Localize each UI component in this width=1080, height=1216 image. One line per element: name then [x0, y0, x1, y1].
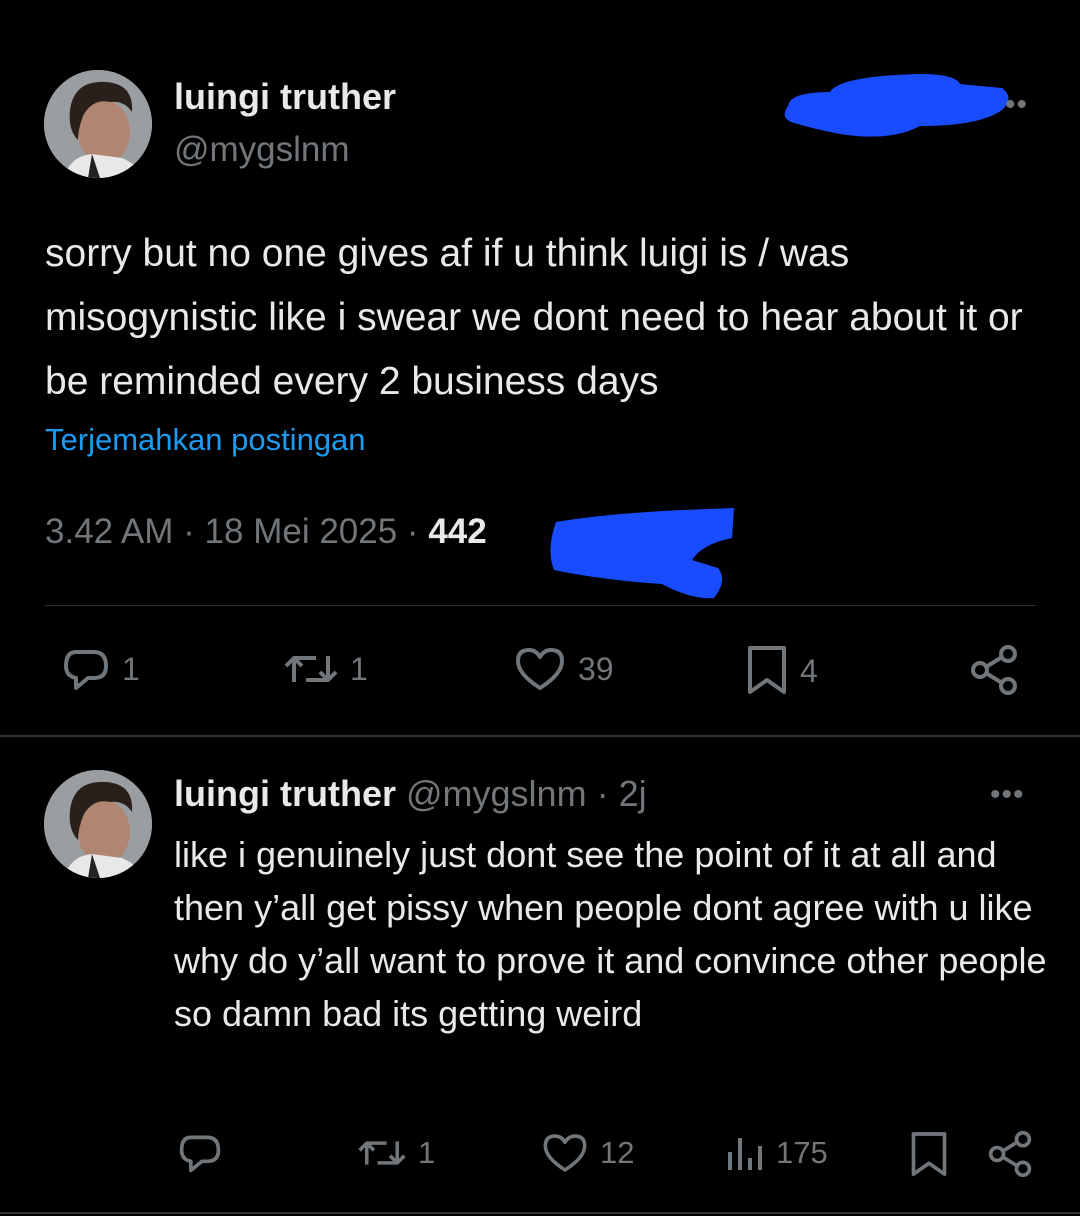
author-name[interactable]: luingi truther [174, 773, 396, 814]
like-icon [543, 1134, 587, 1172]
share-icon [988, 1130, 1032, 1178]
reply-count: 1 [122, 650, 140, 687]
like-button[interactable]: 39 [512, 644, 614, 694]
divider [45, 605, 1036, 606]
share-icon [971, 645, 1017, 695]
repost-button[interactable]: 1 [356, 1130, 435, 1176]
views-button[interactable]: 175 [726, 1130, 828, 1176]
post-date[interactable]: 18 Mei 2025 [205, 512, 398, 551]
reply-button[interactable] [176, 1130, 224, 1176]
bookmark-icon [911, 1132, 947, 1176]
repost-icon [358, 1141, 406, 1165]
bookmark-icon [748, 646, 786, 694]
meta-separator: · [596, 773, 619, 814]
like-icon [516, 648, 564, 690]
repost-icon [284, 656, 338, 682]
repost-button[interactable]: 1 [282, 644, 368, 694]
bookmark-button[interactable] [908, 1130, 950, 1180]
share-button[interactable] [968, 644, 1020, 696]
share-button[interactable] [986, 1130, 1034, 1178]
author-handle[interactable]: @mygslnm [406, 773, 587, 814]
repost-count: 1 [350, 650, 368, 687]
divider [0, 735, 1080, 737]
reply-icon [179, 1135, 221, 1173]
post-text: sorry but no one gives af if u think lui… [45, 232, 1023, 403]
redaction-scribble [784, 74, 1009, 137]
meta-separator: · [183, 512, 205, 551]
like-count: 39 [578, 650, 614, 687]
reply-icon [64, 650, 108, 690]
like-count: 12 [600, 1135, 635, 1170]
more-icon[interactable]: •• [1005, 88, 1028, 122]
avatar[interactable] [44, 70, 152, 178]
author-handle[interactable]: @mygslnm [174, 130, 350, 170]
post-time[interactable]: 3.42 AM [45, 512, 173, 551]
translate-link[interactable]: Terjemahkan postingan [45, 422, 366, 458]
post-meta: 3.42 AM · 18 Mei 2025 · 442 [45, 512, 487, 552]
divider [0, 1212, 1080, 1214]
meta-separator: · [406, 512, 429, 551]
repost-count: 1 [418, 1135, 436, 1170]
reply-header: luingi truther @mygslnm · 2j [174, 773, 647, 815]
reply-button[interactable]: 1 [60, 644, 140, 694]
post-text: like i genuinely just dont see the point… [174, 834, 1047, 1034]
more-icon[interactable]: ••• [990, 778, 1025, 812]
post-age[interactable]: 2j [619, 773, 647, 814]
bookmark-count: 4 [800, 652, 818, 689]
bookmark-button[interactable]: 4 [744, 644, 818, 698]
like-button[interactable]: 12 [540, 1130, 634, 1176]
redaction-scribble [550, 508, 734, 599]
views-count: 175 [776, 1135, 828, 1170]
views-icon [728, 1138, 762, 1170]
views-count[interactable]: 442 [428, 512, 486, 551]
author-name[interactable]: luingi truther [174, 76, 396, 118]
avatar[interactable] [44, 770, 152, 878]
